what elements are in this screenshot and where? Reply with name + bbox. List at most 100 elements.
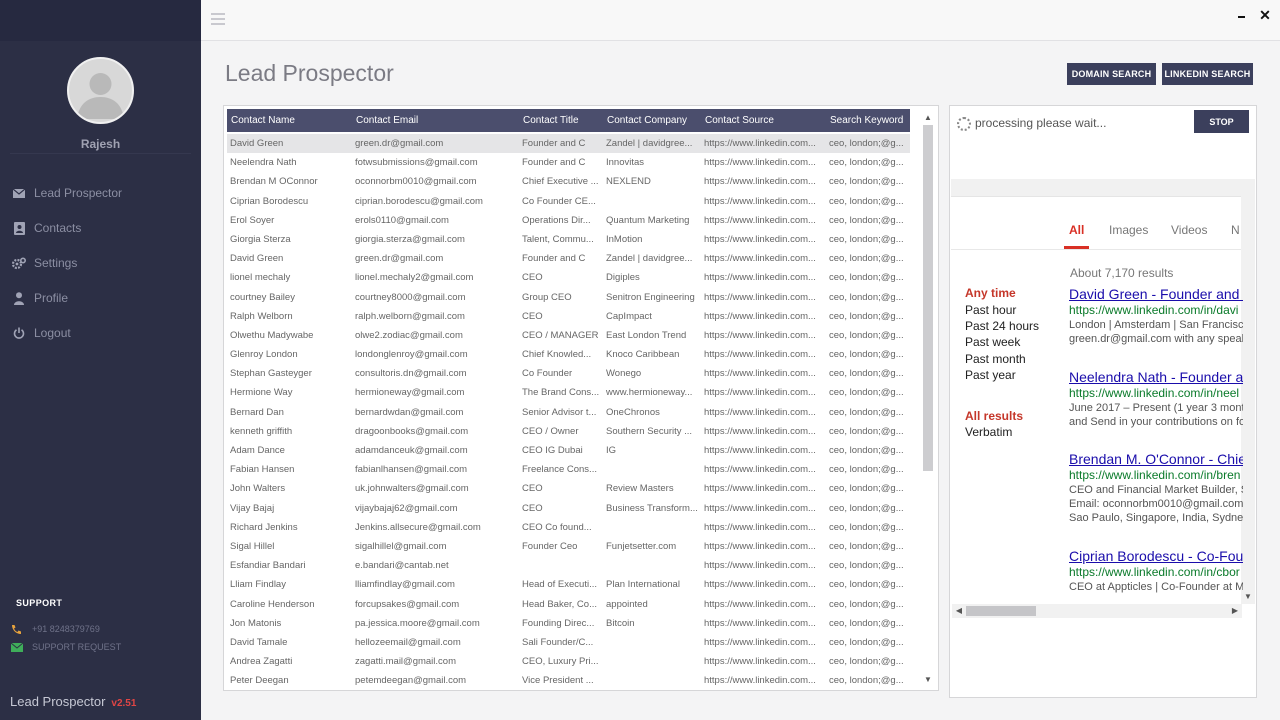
tab-news[interactable]: N <box>1231 223 1240 237</box>
scroll-down-icon[interactable]: ▼ <box>1241 592 1255 604</box>
nav-item-profile[interactable]: Profile <box>0 285 201 311</box>
table-row[interactable]: lionel mechaly lionel.mechaly2@gmail.com C… <box>227 268 910 287</box>
cell-contact-source: https://www.linkedin.com... <box>704 310 816 322</box>
cell-contact-source: https://www.linkedin.com... <box>704 176 816 188</box>
table-row[interactable]: David Green green.dr@gmail.com Founder and… <box>227 134 910 154</box>
filter-past-week[interactable]: Past week <box>965 335 1020 349</box>
table-row[interactable]: Caroline Henderson forcupsakes@gmail.com H… <box>227 595 910 614</box>
table-row[interactable]: Ralph Welborn ralph.welborn@gmail.com CEO C… <box>227 307 910 326</box>
result-title-link[interactable]: Ciprian Borodescu - Co-Foun <box>1069 548 1243 565</box>
envelope-icon <box>10 642 23 653</box>
table-row[interactable]: kenneth griffith dragoonbooks@gmail.com CE… <box>227 422 910 441</box>
table-row[interactable]: Lliam Findlay lliamfindlay@gmail.com Head … <box>227 575 910 594</box>
table-row[interactable]: Andrea Zagatti zagatti.mail@gmail.com CEO,… <box>227 652 910 671</box>
cell-contact-title: Founding Direc... <box>522 617 595 629</box>
cell-search-keyword: ceo, london;@g... <box>829 560 904 572</box>
filter-all-results[interactable]: All results <box>965 409 1023 423</box>
cell-contact-company: Digiples <box>606 272 640 284</box>
filter-past-year[interactable]: Past year <box>965 368 1016 382</box>
nav-item-contacts[interactable]: Contacts <box>0 215 201 241</box>
table-row[interactable]: Esfandiar Bandari e.bandari@cantab.net htt… <box>227 556 910 575</box>
table-row[interactable]: John Walters uk.johnwalters@gmail.com CEO R… <box>227 479 910 498</box>
tab-images[interactable]: Images <box>1109 223 1148 237</box>
cell-contact-company: Wonego <box>606 368 642 380</box>
table-row[interactable]: Hermione Way hermioneway@gmail.com The Bra… <box>227 383 910 402</box>
title-bar: ✕ <box>201 0 1280 41</box>
cell-contact-title: CEO <box>522 502 543 514</box>
stop-button[interactable]: STOP <box>1194 110 1249 133</box>
table-row[interactable]: Richard Jenkins Jenkins.allsecure@gmail.c… <box>227 518 910 537</box>
cell-contact-email: courtney8000@gmail.com <box>355 291 466 303</box>
filter-any-time[interactable]: Any time <box>965 286 1016 300</box>
scroll-right-icon[interactable]: ▶ <box>1228 604 1242 618</box>
table-row[interactable]: Jon Matonis pa.jessica.moore@gmail.com Fou… <box>227 614 910 633</box>
table-row[interactable]: Sigal Hillel sigalhillel@gmail.com Founder… <box>227 537 910 556</box>
table-row[interactable]: Fabian Hansen fabianlhansen@gmail.com Free… <box>227 460 910 479</box>
nav-item-settings[interactable]: Settings <box>0 250 201 276</box>
cell-contact-source: https://www.linkedin.com... <box>704 636 816 648</box>
tab-videos[interactable]: Videos <box>1171 223 1207 237</box>
filter-past-month[interactable]: Past month <box>965 352 1026 366</box>
browser-vertical-scrollbar[interactable]: ▼ <box>1241 179 1255 604</box>
embedded-browser[interactable]: ▼ All Images Videos N About 7,170 result… <box>951 179 1255 620</box>
table-row[interactable]: Stephan Gasteyger consultoris.dn@gmail.co… <box>227 364 910 383</box>
filter-past-24-hours[interactable]: Past 24 hours <box>965 319 1039 333</box>
table-row[interactable]: Brendan M OConnor oconnorbm0010@gmail.com… <box>227 172 910 191</box>
browser-horizontal-scrollbar[interactable]: ◀ ▶ <box>952 604 1242 618</box>
column-header-search-keyword[interactable]: Search Keyword <box>826 109 910 132</box>
scroll-down-icon[interactable]: ▼ <box>921 673 935 687</box>
hamburger-menu-icon[interactable] <box>211 13 225 26</box>
table-row[interactable]: Olwethu Madywabe olwe2.zodiac@gmail.com CE… <box>227 326 910 345</box>
table-row[interactable]: Giorgia Sterza giorgia.sterza@gmail.com Ta… <box>227 230 910 249</box>
result-snippet: and Send in your contributions on fo <box>1069 416 1243 428</box>
support-request-link[interactable]: SUPPORT REQUEST <box>10 640 121 654</box>
scrollbar-thumb[interactable] <box>923 125 933 471</box>
table-row[interactable]: David Tamale hellozeemail@gmail.com Sali F… <box>227 633 910 652</box>
nav-item-lead-prospector[interactable]: Lead Prospector <box>0 180 201 206</box>
result-title-link[interactable]: David Green - Founder and C <box>1069 286 1243 303</box>
column-header-contact-source[interactable]: Contact Source <box>701 109 826 132</box>
minimize-button[interactable] <box>1234 8 1250 24</box>
filter-past-hour[interactable]: Past hour <box>965 303 1016 317</box>
nav-item-logout[interactable]: Logout <box>0 320 201 346</box>
table-row[interactable]: Vijay Bajaj vijaybajaj62@gmail.com CEO Busi… <box>227 499 910 518</box>
table-row[interactable]: Glenroy London londonglenroy@gmail.com Chi… <box>227 345 910 364</box>
result-title-link[interactable]: Neelendra Nath - Founder an <box>1069 369 1243 386</box>
column-header-contact-name[interactable]: Contact Name <box>227 109 352 132</box>
scroll-up-icon[interactable]: ▲ <box>921 111 935 125</box>
cell-search-keyword: ceo, london;@g... <box>829 349 904 361</box>
cell-contact-source: https://www.linkedin.com... <box>704 195 816 207</box>
filter-verbatim[interactable]: Verbatim <box>965 425 1012 439</box>
cell-contact-source: https://www.linkedin.com... <box>704 387 816 399</box>
cell-contact-title <box>519 556 603 575</box>
column-header-contact-email[interactable]: Contact Email <box>352 109 519 132</box>
tab-all[interactable]: All <box>1069 223 1084 237</box>
scrollbar-thumb[interactable] <box>966 606 1036 616</box>
table-row[interactable]: Adam Dance adamdanceuk@gmail.com CEO IG Du… <box>227 441 910 460</box>
table-row[interactable]: David Green green.dr@gmail.com Founder and… <box>227 249 910 268</box>
table-row[interactable]: Peter Deegan petemdeegan@gmail.com Vice Pr… <box>227 671 910 690</box>
result-title-link[interactable]: Brendan M. O'Connor - Chief <box>1069 451 1243 468</box>
avatar[interactable] <box>67 57 134 124</box>
cell-search-keyword: ceo, london;@g... <box>829 329 904 341</box>
table-row[interactable]: courtney Bailey courtney8000@gmail.com Gro… <box>227 288 910 307</box>
cell-contact-email: uk.johnwalters@gmail.com <box>355 483 469 495</box>
table-row[interactable]: Neelendra Nath fotwsubmissions@gmail.com F… <box>227 153 910 172</box>
support-phone[interactable]: +91 8248379769 <box>10 622 100 636</box>
table-row[interactable]: Ciprian Borodescu ciprian.borodescu@gmail… <box>227 192 910 211</box>
scroll-left-icon[interactable]: ◀ <box>952 604 966 618</box>
cell-contact-name: lionel mechaly <box>230 272 291 284</box>
column-header-contact-title[interactable]: Contact Title <box>519 109 603 132</box>
close-button[interactable]: ✕ <box>1257 7 1273 23</box>
search-result: David Green - Founder and C https://www.… <box>1069 286 1243 346</box>
cell-contact-company: East London Trend <box>606 329 687 341</box>
column-header-contact-company[interactable]: Contact Company <box>603 109 701 132</box>
cell-contact-company: Plan International <box>606 579 680 591</box>
linkedin-search-button[interactable]: LINKEDIN SEARCH <box>1162 63 1253 85</box>
table-scrollbar[interactable]: ▲ ▼ <box>921 109 935 689</box>
cell-search-keyword: ceo, london;@g... <box>829 617 904 629</box>
table-row[interactable]: Erol Soyer erols0110@gmail.com Operations … <box>227 211 910 230</box>
table-row[interactable]: Bernard Dan bernardwdan@gmail.com Senior A… <box>227 403 910 422</box>
result-count: About 7,170 results <box>1070 266 1174 280</box>
domain-search-button[interactable]: DOMAIN SEARCH <box>1067 63 1156 85</box>
